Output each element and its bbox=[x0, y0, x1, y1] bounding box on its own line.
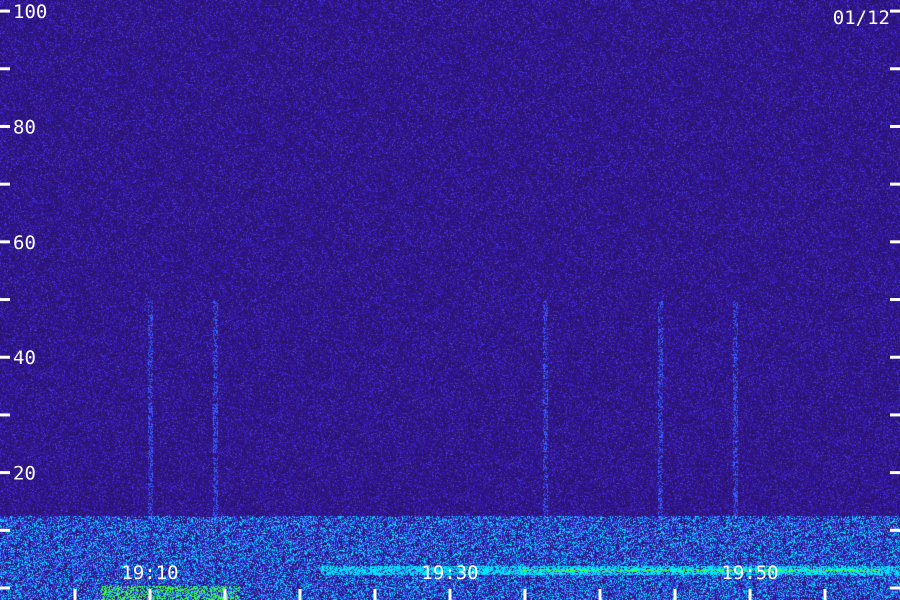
x-tick-label: 19:10 bbox=[121, 562, 178, 584]
y-tick-label: 40 bbox=[13, 347, 36, 369]
x-tick-label: 19:50 bbox=[721, 562, 778, 584]
heatmap-noise-layer bbox=[0, 0, 900, 600]
y-tick-label: 20 bbox=[13, 463, 36, 485]
y-tick-label: 100 bbox=[13, 1, 47, 23]
spectrogram-chart: 20 40 60 80 100 19:10 19:30 19:50 01/12 bbox=[0, 0, 900, 600]
y-tick-label: 80 bbox=[13, 116, 36, 138]
y-tick-label: 60 bbox=[13, 232, 36, 254]
date-label: 01/12 bbox=[833, 7, 890, 29]
x-tick-label: 19:30 bbox=[421, 562, 478, 584]
